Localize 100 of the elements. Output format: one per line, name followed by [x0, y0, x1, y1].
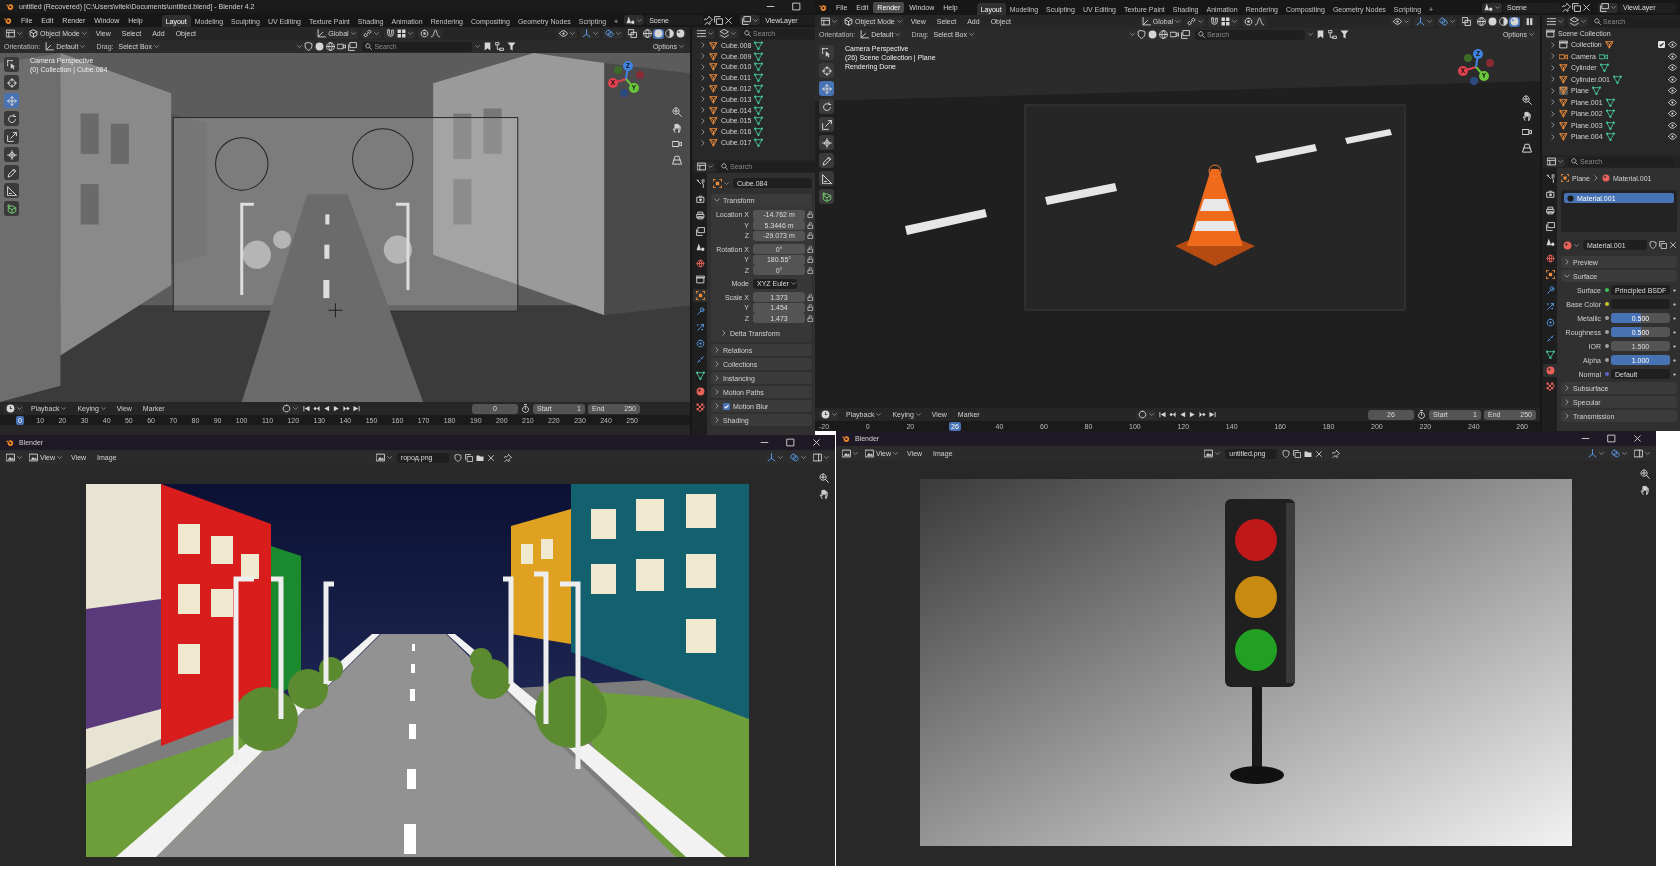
display-mode-dropdown[interactable]	[695, 28, 715, 39]
eye-icon[interactable]	[1668, 109, 1677, 119]
eye-icon[interactable]	[1668, 97, 1677, 107]
filter-dropdown[interactable]	[1568, 16, 1588, 27]
editor-type-button[interactable]	[695, 161, 715, 172]
properties-tab[interactable]	[693, 225, 707, 238]
socket-icon[interactable]	[1605, 344, 1609, 348]
filter-icon[interactable]	[507, 42, 517, 51]
jump-start-icon[interactable]	[303, 405, 311, 412]
socket-icon[interactable]	[1605, 316, 1609, 320]
overlay-dropdown[interactable]	[603, 28, 623, 39]
object-filter-dropdown[interactable]	[295, 41, 360, 52]
eye-icon[interactable]	[1668, 40, 1677, 50]
tool-button[interactable]	[4, 147, 19, 162]
duplicate-icon[interactable]	[1293, 449, 1302, 458]
pin-icon[interactable]	[1332, 449, 1341, 458]
lock-icon[interactable]	[807, 266, 814, 274]
blender-logo-icon[interactable]	[3, 15, 12, 25]
lock-icon[interactable]	[807, 232, 814, 240]
scene-selector[interactable]	[1482, 2, 1502, 13]
stopwatch-icon[interactable]	[1417, 410, 1426, 419]
jump-start-icon[interactable]	[1158, 411, 1166, 418]
proportional-edit-toggle[interactable]	[1242, 16, 1267, 27]
blender-logo-icon[interactable]	[818, 3, 827, 12]
editor-type-button[interactable]	[819, 409, 839, 420]
shading-button[interactable]	[642, 28, 653, 39]
auto-keying-toggle[interactable]	[1135, 409, 1156, 420]
display-mode-dropdown[interactable]	[1545, 16, 1565, 27]
next-keyframe-icon[interactable]	[1198, 411, 1206, 418]
socket-icon[interactable]	[1605, 288, 1609, 292]
street-scene-drawing[interactable]	[0, 53, 690, 402]
eye-icon[interactable]	[1668, 86, 1677, 96]
hierarchy-icon[interactable]	[1327, 30, 1337, 39]
snap-dropdown[interactable]	[1208, 16, 1240, 27]
pin-icon[interactable]	[503, 453, 512, 462]
next-keyframe-icon[interactable]	[343, 405, 351, 412]
tool-button[interactable]	[4, 111, 19, 126]
tool-button[interactable]	[819, 189, 834, 204]
folder-icon[interactable]	[475, 453, 484, 462]
editor-type-button[interactable]	[819, 16, 839, 27]
zoom-icon[interactable]	[1522, 95, 1532, 105]
close-icon[interactable]	[812, 438, 821, 447]
gizmo-dropdown[interactable]	[1414, 16, 1434, 27]
pause-render-button[interactable]	[1523, 16, 1536, 27]
socket-icon[interactable]	[1605, 330, 1609, 334]
zoom-icon[interactable]	[819, 473, 829, 483]
pivot-dropdown[interactable]	[360, 28, 381, 39]
maximize-icon[interactable]	[1607, 434, 1616, 443]
view-layer-selector[interactable]	[740, 15, 761, 25]
tool-button[interactable]	[819, 81, 834, 96]
editor-type-button[interactable]	[1545, 156, 1565, 167]
camera-icon[interactable]	[672, 139, 682, 149]
tool-button[interactable]	[819, 171, 834, 186]
scene-selector[interactable]	[624, 15, 645, 25]
hand-icon[interactable]	[672, 123, 682, 133]
tool-button[interactable]	[819, 99, 834, 114]
visibility-dropdown[interactable]	[557, 28, 577, 39]
duplicate-icon[interactable]	[1572, 3, 1581, 12]
xray-button[interactable]	[1460, 16, 1473, 27]
shading-button[interactable]	[1498, 16, 1509, 27]
properties-tab[interactable]	[1543, 268, 1557, 281]
material-browse-button[interactable]	[1561, 240, 1581, 250]
close-icon[interactable]	[1315, 449, 1324, 458]
maximize-icon[interactable]	[786, 438, 795, 447]
properties-tab[interactable]	[1543, 252, 1557, 265]
maximize-icon[interactable]	[792, 2, 801, 11]
shield-icon[interactable]	[1649, 241, 1657, 249]
tool-button[interactable]	[819, 63, 834, 78]
duplicate-icon[interactable]	[464, 453, 473, 462]
tool-button[interactable]	[4, 129, 19, 144]
pin-icon[interactable]	[1562, 3, 1571, 12]
lock-icon[interactable]	[807, 304, 814, 312]
lock-icon[interactable]	[807, 314, 814, 322]
tool-button[interactable]	[819, 135, 834, 150]
close-icon[interactable]	[1669, 241, 1677, 249]
filter-dropdown[interactable]	[718, 28, 738, 39]
properties-tab[interactable]	[1543, 348, 1557, 361]
close-icon[interactable]	[1633, 434, 1642, 443]
lock-icon[interactable]	[807, 256, 814, 264]
tool-button[interactable]	[4, 165, 19, 180]
shading-button[interactable]	[664, 28, 675, 39]
image-browse-button[interactable]	[373, 452, 394, 463]
proportional-edit-toggle[interactable]	[417, 28, 442, 39]
properties-tab[interactable]	[693, 209, 707, 222]
tool-button[interactable]	[4, 75, 19, 90]
pin-icon[interactable]	[704, 15, 714, 25]
eye-icon[interactable]	[1668, 51, 1677, 61]
lock-icon[interactable]	[807, 293, 814, 301]
bookmark-icon[interactable]	[483, 42, 493, 51]
overlay-dropdown[interactable]	[1437, 16, 1457, 27]
folder-icon[interactable]	[1304, 449, 1313, 458]
camera-icon[interactable]	[1522, 127, 1532, 137]
bookmark-icon[interactable]	[1315, 30, 1325, 39]
play-icon[interactable]	[1188, 411, 1196, 418]
properties-tab[interactable]	[693, 337, 707, 350]
tool-button[interactable]	[4, 57, 19, 72]
properties-tab[interactable]	[1543, 188, 1557, 201]
object-type-dropdown[interactable]	[711, 178, 731, 188]
play-icon[interactable]	[333, 405, 341, 412]
perspective-grid-icon[interactable]	[1522, 143, 1532, 153]
